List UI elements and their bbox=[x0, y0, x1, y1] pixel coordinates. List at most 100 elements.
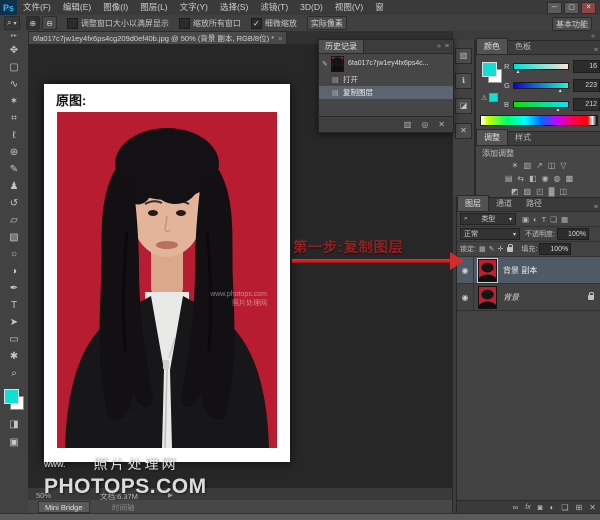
resize-windows-checkbox[interactable]: 调整窗口大小以满屏显示 bbox=[67, 18, 169, 29]
filter-type-layers-icon[interactable]: T bbox=[542, 215, 547, 224]
filter-adjustment-layers-icon[interactable]: ◐ bbox=[533, 215, 538, 224]
blue-slider[interactable]: ▲ bbox=[513, 101, 569, 108]
history-state-open[interactable]: ▤ 打开 bbox=[319, 73, 453, 86]
layer-name[interactable]: 背景 bbox=[503, 292, 519, 303]
filter-kind-select[interactable]: ⌕ 类型 ▾ bbox=[460, 213, 516, 225]
lock-position-icon[interactable]: ✛ bbox=[497, 245, 503, 253]
menu-filter[interactable]: 滤镜(T) bbox=[254, 0, 294, 15]
layer-name[interactable]: 背景 副本 bbox=[503, 265, 537, 276]
slider-marker-icon[interactable]: ▲ bbox=[556, 107, 561, 113]
lock-pixels-icon[interactable]: ✎ bbox=[489, 245, 495, 253]
zoom-tool-icon[interactable]: ⌕ bbox=[0, 365, 28, 382]
tab-layers[interactable]: 图层 bbox=[457, 195, 489, 211]
history-state-duplicate-layer[interactable]: ▤ 复制图层 bbox=[319, 86, 453, 99]
gradient-map-icon[interactable]: ▓ bbox=[549, 187, 555, 196]
layer-row-background-copy[interactable]: ◉ 背景 副本 bbox=[457, 257, 600, 284]
healing-brush-tool-icon[interactable]: ⊛ bbox=[0, 144, 28, 161]
link-layers-icon[interactable]: ∞ bbox=[513, 503, 519, 512]
move-tool-icon[interactable]: ✥ bbox=[0, 42, 28, 59]
green-slider[interactable]: ▲ bbox=[513, 82, 569, 89]
layer-mask-icon[interactable]: ◙ bbox=[538, 503, 543, 512]
lasso-tool-icon[interactable]: ∿ bbox=[0, 76, 28, 93]
delete-state-icon[interactable]: ✕ bbox=[438, 120, 445, 129]
red-slider[interactable]: ▲ bbox=[513, 63, 569, 70]
zoom-in-button[interactable]: ⊕ bbox=[26, 16, 41, 30]
history-source-icon[interactable]: ✎ bbox=[322, 60, 331, 68]
scrubby-zoom-checkbox[interactable]: ✓ 细微缩放 bbox=[251, 18, 297, 29]
layer-thumbnail[interactable] bbox=[478, 259, 497, 282]
photo-filter-icon[interactable]: ◉ bbox=[542, 174, 549, 183]
histogram-panel-icon[interactable]: ▥ bbox=[455, 48, 472, 64]
tab-adjustments[interactable]: 调整 bbox=[476, 129, 508, 145]
exposure-icon[interactable]: ◫ bbox=[548, 161, 556, 170]
history-panel-tab[interactable]: 历史记录 bbox=[319, 40, 364, 53]
color-balance-icon[interactable]: ⇆ bbox=[517, 174, 524, 183]
clone-stamp-tool-icon[interactable]: ♟ bbox=[0, 178, 28, 195]
menu-layer[interactable]: 图层(L) bbox=[134, 0, 173, 15]
history-snapshot-row[interactable]: ✎ 6fa017c7jw1ey4fx6ps4c... bbox=[319, 54, 453, 73]
zoom-all-windows-checkbox[interactable]: 缩放所有窗口 bbox=[179, 18, 241, 29]
slider-marker-icon[interactable]: ▲ bbox=[516, 69, 521, 75]
close-button[interactable]: ✕ bbox=[581, 2, 596, 14]
document-tab[interactable]: 6fa017c7jw1ey4fx6ps4cg209d0ef40b.jpg @ 5… bbox=[28, 31, 287, 45]
invert-icon[interactable]: ◩ bbox=[511, 187, 519, 196]
close-tab-icon[interactable]: × bbox=[278, 34, 282, 43]
curves-icon[interactable]: ↗ bbox=[536, 161, 543, 170]
kuler-panel-icon[interactable]: ◪ bbox=[455, 98, 472, 114]
tab-paths[interactable]: 路径 bbox=[519, 196, 549, 211]
menu-select[interactable]: 选择(S) bbox=[214, 0, 254, 15]
maximize-button[interactable]: ▢ bbox=[564, 2, 579, 14]
toolbar-collapse-icon[interactable]: ▸▸ bbox=[0, 31, 28, 42]
foreground-color-swatch[interactable] bbox=[4, 389, 19, 404]
layer-row-background[interactable]: ◉ 背景 bbox=[457, 284, 600, 311]
new-layer-icon[interactable]: ⊞ bbox=[576, 503, 583, 512]
menu-image[interactable]: 图像(I) bbox=[97, 0, 134, 15]
panel-menu-icon[interactable]: ≡ bbox=[594, 204, 598, 211]
hue-saturation-icon[interactable]: ▤ bbox=[505, 174, 513, 183]
selective-color-icon[interactable]: ◫ bbox=[559, 187, 567, 196]
path-selection-tool-icon[interactable]: ➤ bbox=[0, 314, 28, 331]
lock-all-icon[interactable] bbox=[507, 247, 513, 252]
layer-thumbnail[interactable] bbox=[478, 286, 497, 309]
shape-tool-icon[interactable]: ▭ bbox=[0, 331, 28, 348]
levels-icon[interactable]: ▥ bbox=[524, 161, 532, 170]
opacity-value[interactable]: 100% bbox=[557, 228, 589, 240]
gamut-swatch[interactable] bbox=[489, 93, 498, 102]
rectangular-marquee-tool-icon[interactable]: ▢ bbox=[0, 59, 28, 76]
zoom-tool-preset[interactable]: ⌕ ▾ bbox=[4, 16, 20, 30]
dodge-tool-icon[interactable]: ◑ bbox=[0, 263, 28, 280]
gamut-warning[interactable]: ⚠ bbox=[481, 93, 498, 102]
eyedropper-tool-icon[interactable]: ℓ bbox=[0, 127, 28, 144]
photo-document[interactable]: 原图: bbox=[44, 84, 290, 462]
panel-collapse-icon[interactable]: » bbox=[437, 43, 441, 50]
magic-wand-tool-icon[interactable]: ✶ bbox=[0, 93, 28, 110]
color-lookup-icon[interactable]: ▩ bbox=[566, 174, 574, 183]
menu-edit[interactable]: 编辑(E) bbox=[57, 0, 97, 15]
tab-swatches[interactable]: 色板 bbox=[508, 39, 538, 54]
pen-tool-icon[interactable]: ✒ bbox=[0, 280, 28, 297]
threshold-icon[interactable]: ◰ bbox=[536, 187, 544, 196]
minimize-button[interactable]: ─ bbox=[547, 2, 562, 14]
black-white-icon[interactable]: ◧ bbox=[529, 174, 537, 183]
fill-value[interactable]: 100% bbox=[539, 243, 571, 255]
extensions-panel-icon[interactable]: ✕ bbox=[455, 123, 472, 139]
brightness-contrast-icon[interactable]: ☀ bbox=[511, 161, 518, 170]
green-value[interactable]: 223 bbox=[573, 79, 600, 92]
vibrance-icon[interactable]: ▽ bbox=[560, 161, 566, 170]
menu-window[interactable]: 窗 bbox=[369, 0, 390, 15]
menu-file[interactable]: 文件(F) bbox=[17, 0, 57, 15]
mini-bridge-button[interactable]: Mini Bridge bbox=[38, 501, 90, 513]
quick-mask-icon[interactable]: ◨ bbox=[0, 416, 28, 433]
layer-group-icon[interactable]: ❏ bbox=[561, 503, 568, 512]
lock-transparency-icon[interactable]: ▦ bbox=[479, 245, 486, 253]
foreground-color-well[interactable] bbox=[482, 62, 497, 77]
filter-pixel-layers-icon[interactable]: ▣ bbox=[522, 215, 529, 224]
type-tool-icon[interactable]: T bbox=[0, 297, 28, 314]
history-brush-tool-icon[interactable]: ↺ bbox=[0, 195, 28, 212]
delete-layer-icon[interactable]: ✕ bbox=[589, 503, 596, 512]
timeline-button[interactable]: 时间轴 bbox=[112, 502, 135, 513]
adjustment-layer-icon[interactable]: ◐ bbox=[550, 503, 555, 512]
zoom-out-button[interactable]: ⊖ bbox=[42, 16, 57, 30]
tab-styles[interactable]: 样式 bbox=[508, 130, 538, 145]
menu-view[interactable]: 视图(V) bbox=[329, 0, 369, 15]
